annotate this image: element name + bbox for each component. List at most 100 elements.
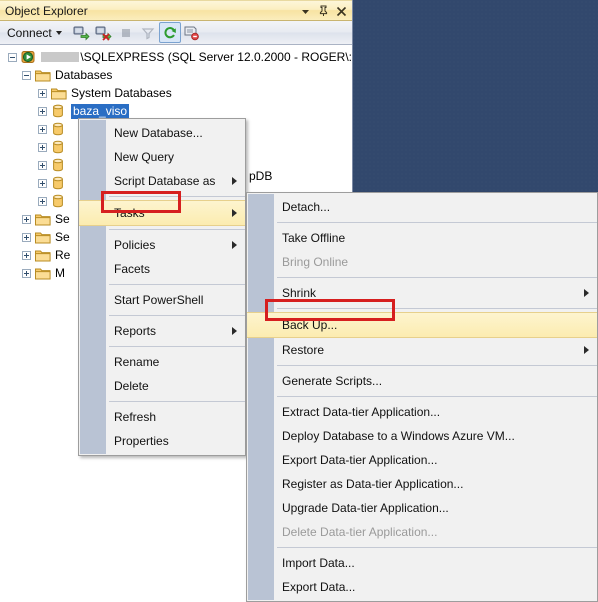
folder-icon [35, 248, 51, 262]
menu-item-export-data-tier-application[interactable]: Export Data-tier Application... [247, 448, 597, 472]
menu-item-label: New Database... [114, 126, 203, 140]
database-icon [51, 158, 67, 172]
menu-item-facets[interactable]: Facets [79, 257, 245, 281]
menu-item-take-offline[interactable]: Take Offline [247, 226, 597, 250]
tree-node-server-label: \SQLEXPRESS (SQL Server 12.0.2000 - ROGE… [80, 49, 352, 64]
menu-item-bring-online: Bring Online [247, 250, 597, 274]
menu-item-policies[interactable]: Policies [79, 233, 245, 257]
expander-expand-icon[interactable] [38, 160, 47, 170]
menu-item-label: Export Data-tier Application... [282, 453, 438, 467]
menu-item-label: Export Data... [282, 580, 356, 594]
menu-item-label: Restore [282, 343, 325, 357]
menu-item-reports[interactable]: Reports [79, 319, 245, 343]
sync-with-editor-icon[interactable] [181, 22, 203, 43]
menu-item-extract-data-tier-application[interactable]: Extract Data-tier Application... [247, 400, 597, 424]
tree-node-databases[interactable]: Databases [0, 66, 352, 84]
disconnect-object-explorer-icon[interactable] [93, 22, 115, 43]
tree-node-label: M [55, 265, 65, 280]
pin-icon[interactable] [315, 3, 331, 20]
expander-expand-icon[interactable] [22, 232, 31, 242]
window-dropdown-icon[interactable] [297, 3, 313, 20]
server-icon [21, 50, 37, 64]
folder-icon [35, 68, 51, 82]
menu-item-tasks[interactable]: Tasks [79, 200, 245, 226]
menu-item-rename[interactable]: Rename [79, 350, 245, 374]
menu-item-generate-scripts[interactable]: Generate Scripts... [247, 369, 597, 393]
menu-item-refresh[interactable]: Refresh [79, 405, 245, 429]
submenu-arrow-icon [232, 177, 237, 185]
menu-item-detach[interactable]: Detach... [247, 195, 597, 219]
tree-node-system-databases[interactable]: System Databases [0, 84, 352, 102]
menu-item-import-data[interactable]: Import Data... [247, 551, 597, 575]
close-icon[interactable] [333, 3, 349, 20]
menu-item-label: Tasks [114, 206, 145, 220]
menu-item-label: Shrink [282, 286, 317, 300]
menu-item-deploy-database-to-azure-vm[interactable]: Deploy Database to a Windows Azure VM... [247, 424, 597, 448]
submenu-arrow-icon [232, 209, 237, 217]
expander-collapse-icon[interactable] [22, 70, 31, 80]
menu-item-new-database[interactable]: New Database... [79, 121, 245, 145]
menu-item-label: Refresh [114, 410, 157, 424]
folder-icon [35, 212, 51, 226]
menu-item-new-query[interactable]: New Query [79, 145, 245, 169]
menu-item-label: Rename [114, 355, 160, 369]
menu-item-label: New Query [114, 150, 175, 164]
folder-icon [35, 230, 51, 244]
menu-separator [277, 396, 597, 397]
expander-expand-icon[interactable] [38, 142, 47, 152]
expander-expand-icon[interactable] [22, 250, 31, 260]
menu-item-delete-data-tier-application: Delete Data-tier Application... [247, 520, 597, 544]
menu-item-label: Policies [114, 238, 156, 252]
menu-item-label: Deploy Database to a Windows Azure VM... [282, 429, 515, 443]
menu-separator [109, 284, 245, 285]
tree-node-server[interactable]: \SQLEXPRESS (SQL Server 12.0.2000 - ROGE… [0, 48, 352, 66]
expander-expand-icon[interactable] [38, 124, 47, 134]
menu-item-upgrade-data-tier-application[interactable]: Upgrade Data-tier Application... [247, 496, 597, 520]
tree-node-label: Re [55, 247, 71, 262]
menu-item-label: Delete Data-tier Application... [282, 525, 438, 539]
tree-node-label: Se [55, 211, 70, 226]
expander-expand-icon[interactable] [22, 268, 31, 278]
menu-item-export-data[interactable]: Export Data... [247, 575, 597, 599]
titlebar-buttons [297, 2, 349, 20]
expander-expand-icon[interactable] [38, 196, 47, 206]
menu-separator [109, 196, 245, 197]
menu-item-label: Register as Data-tier Application... [282, 477, 464, 491]
menu-separator [277, 222, 597, 223]
menu-separator [109, 401, 245, 402]
submenu-arrow-icon [232, 241, 237, 249]
tasks-submenu: Detach... Take Offline Bring Online Shri… [246, 192, 598, 602]
menu-item-restore[interactable]: Restore [247, 338, 597, 362]
menu-item-label: Script Database as [114, 174, 216, 188]
menu-item-back-up[interactable]: Back Up... [247, 312, 597, 338]
submenu-arrow-icon [232, 327, 237, 335]
menu-item-delete[interactable]: Delete [79, 374, 245, 398]
connect-object-explorer-icon[interactable] [71, 22, 93, 43]
menu-item-register-as-data-tier-application[interactable]: Register as Data-tier Application... [247, 472, 597, 496]
menu-item-label: Bring Online [282, 255, 349, 269]
expander-collapse-icon[interactable] [8, 52, 17, 62]
expander-expand-icon[interactable] [38, 88, 47, 98]
database-context-menu: New Database... New Query Script Databas… [78, 118, 246, 456]
menu-item-properties[interactable]: Properties [79, 429, 245, 453]
expander-expand-icon[interactable] [38, 106, 47, 116]
menu-item-script-database-as[interactable]: Script Database as [79, 169, 245, 193]
menu-item-label: Back Up... [282, 318, 338, 332]
expander-expand-icon[interactable] [22, 214, 31, 224]
menu-separator [277, 277, 597, 278]
menu-item-label: Take Offline [282, 231, 346, 245]
menu-item-start-powershell[interactable]: Start PowerShell [79, 288, 245, 312]
connect-label: Connect [7, 25, 52, 40]
submenu-arrow-icon [584, 346, 589, 354]
redacted-server-name [41, 52, 80, 62]
menu-item-shrink[interactable]: Shrink [247, 281, 597, 305]
refresh-icon[interactable] [158, 22, 181, 43]
menu-separator [109, 229, 245, 230]
menu-separator [109, 346, 245, 347]
menu-item-label: Delete [114, 379, 149, 393]
menu-item-label: Upgrade Data-tier Application... [282, 501, 449, 515]
expander-expand-icon[interactable] [38, 178, 47, 188]
menu-item-label: Reports [114, 324, 157, 338]
tree-node-label: baza_viso [69, 102, 131, 120]
connect-button[interactable]: Connect [4, 23, 65, 43]
